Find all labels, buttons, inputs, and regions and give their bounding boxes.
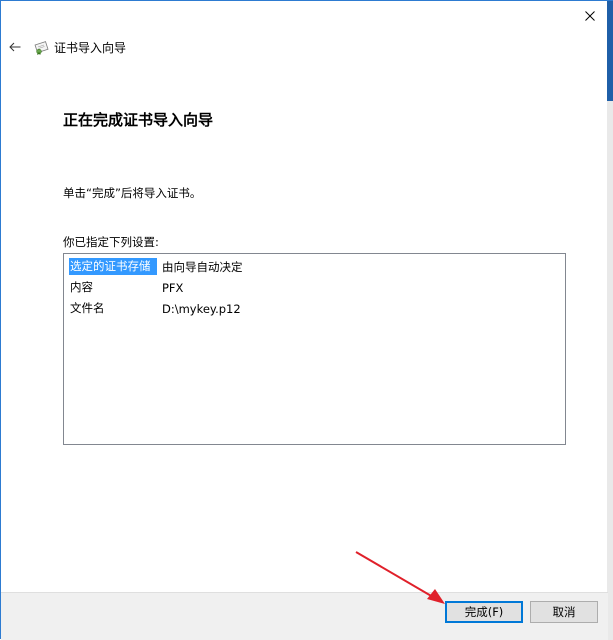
- wizard-title: 证书导入向导: [54, 40, 127, 55]
- settings-key: 内容: [70, 280, 93, 294]
- background-window-accent: [607, 1, 613, 101]
- finish-button[interactable]: 完成(F): [445, 601, 523, 623]
- certificate-import-wizard-window: 证书导入向导 正在完成证书导入向导 单击“完成”后将导入证书。 你已指定下列设置…: [0, 0, 613, 640]
- background-window-edge: [607, 1, 613, 640]
- back-arrow-icon: [9, 42, 21, 52]
- page-heading: 正在完成证书导入向导: [63, 111, 214, 129]
- close-button[interactable]: [579, 5, 601, 27]
- settings-value: 由向导自动决定: [162, 259, 243, 274]
- settings-row-store[interactable]: 选定的证书存储 由向导自动决定: [69, 258, 243, 275]
- certificate-icon: [34, 41, 49, 55]
- settings-row-filename[interactable]: 文件名 D:\mykey.p12: [69, 300, 241, 317]
- back-button[interactable]: [7, 39, 23, 55]
- settings-key: 选定的证书存储: [69, 258, 157, 275]
- settings-key: 文件名: [70, 301, 105, 315]
- settings-value: PFX: [162, 280, 184, 295]
- close-icon: [585, 11, 595, 21]
- wizard-footer: 完成(F) 取消: [1, 592, 608, 640]
- settings-value: D:\mykey.p12: [162, 301, 241, 316]
- instruction-text: 单击“完成”后将导入证书。: [63, 186, 202, 200]
- settings-list[interactable]: 选定的证书存储 由向导自动决定 内容 PFX 文件名 D:\mykey.p12: [63, 253, 566, 445]
- settings-label: 你已指定下列设置:: [63, 235, 159, 249]
- wizard-title-row: 证书导入向导: [1, 37, 401, 57]
- settings-row-content[interactable]: 内容 PFX: [69, 279, 183, 296]
- cancel-button[interactable]: 取消: [530, 601, 598, 623]
